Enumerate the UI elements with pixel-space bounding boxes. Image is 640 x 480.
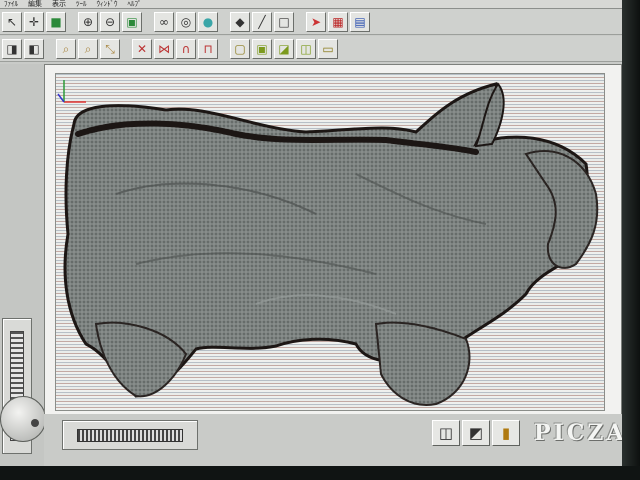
box-solid-icon: ▣ — [256, 41, 268, 56]
blank-icon: □ — [278, 14, 290, 29]
frame-icon: ⊓ — [203, 41, 213, 56]
flip-vertical-icon: ⋈ — [158, 41, 170, 56]
arch-button[interactable]: ∩ — [176, 38, 196, 59]
mirror-y-icon: ◧ — [28, 41, 40, 56]
frame-button[interactable]: ⊓ — [198, 38, 218, 59]
viewport-frame — [44, 64, 622, 422]
mirror-x-button[interactable]: ◨ — [2, 38, 22, 59]
model-lower-lobe — [374, 321, 471, 406]
box-outline-button[interactable]: ▢ — [230, 38, 250, 59]
flip-horizontal-button[interactable]: ✕ — [132, 38, 152, 59]
rotation-dial[interactable] — [0, 396, 46, 442]
render-solid-button[interactable]: ◩ — [462, 420, 490, 446]
box-stack-icon: ◫ — [300, 41, 312, 56]
zoom-in-button[interactable]: ⊕ — [78, 11, 98, 32]
flip-horizontal-icon: ✕ — [136, 41, 148, 56]
box-corner-icon: ◪ — [278, 41, 290, 56]
link-icon: ∞ — [159, 14, 169, 29]
move-icon: ✛ — [28, 14, 40, 29]
dial-knob[interactable] — [31, 419, 39, 427]
shrink-icon: ⤡ — [105, 41, 115, 56]
menu-item-window[interactable]: ｳｨﾝﾄﾞｳ — [97, 0, 118, 8]
menu-item-edit[interactable]: 編集 — [28, 0, 42, 8]
box-stack-button[interactable]: ◫ — [296, 38, 316, 59]
axis-gizmo-icon — [57, 80, 86, 103]
menu-bar: ﾌｧｲﾙ 編集 表示 ﾂｰﾙ ｳｨﾝﾄﾞｳ ﾍﾙﾌﾟ — [0, 0, 622, 9]
scanned-model — [63, 82, 599, 406]
paint-button[interactable]: ◆ — [230, 11, 250, 32]
link-button[interactable]: ∞ — [154, 11, 174, 32]
brand-logo: PICZA — [534, 420, 622, 446]
cube-icon: ■ — [50, 14, 62, 29]
monitor-bezel-right — [622, 0, 640, 480]
bottom-bar: ◫ ◩ ▮ PICZA — [44, 414, 622, 466]
monitor-screen: ﾌｧｲﾙ 編集 表示 ﾂｰﾙ ｳｨﾝﾄﾞｳ ﾍﾙﾌﾟ ↖ ✛ ■ ⊕ ⊖ ▣ ∞… — [0, 0, 622, 466]
box-open-button[interactable]: ▭ — [318, 38, 338, 59]
select-point-button[interactable]: ➤ — [306, 11, 326, 32]
zoom-out-button[interactable]: ⊖ — [100, 11, 120, 32]
magnify-button[interactable]: ⌕ — [56, 38, 76, 59]
zoom-in-icon: ⊕ — [82, 14, 94, 29]
save-view-icon: ▤ — [354, 14, 366, 29]
menu-item-view[interactable]: 表示 — [52, 0, 66, 8]
box-corner-button[interactable]: ◪ — [274, 38, 294, 59]
monitor-bezel-bottom — [0, 466, 640, 480]
exit-door-icon: ▮ — [501, 424, 511, 442]
main-toolbar: ↖ ✛ ■ ⊕ ⊖ ▣ ∞ ◎ ● ◆ ╱ □ ➤ ▦ ▤ — [0, 9, 622, 35]
menu-item-help[interactable]: ﾍﾙﾌﾟ — [128, 0, 142, 8]
box-open-icon: ▭ — [322, 41, 334, 56]
sphere-button[interactable]: ● — [198, 11, 218, 32]
magnify-icon: ⌕ — [62, 41, 70, 56]
magnify-region-button[interactable]: ⌕ — [78, 38, 98, 59]
fit-view-icon: ▣ — [126, 14, 138, 29]
render-buttons: ◫ ◩ ▮ — [432, 420, 520, 446]
line-button[interactable]: ╱ — [252, 11, 272, 32]
move-button[interactable]: ✛ — [24, 11, 44, 32]
shrink-button[interactable]: ⤡ — [100, 38, 120, 59]
flip-vertical-button[interactable]: ⋈ — [154, 38, 174, 59]
select-point-icon: ➤ — [310, 14, 322, 29]
spheres-icon: ◎ — [180, 14, 192, 29]
cube-button[interactable]: ■ — [46, 11, 66, 32]
mirror-y-button[interactable]: ◧ — [24, 38, 44, 59]
blank-button[interactable]: □ — [274, 11, 294, 32]
render-wire-button[interactable]: ◫ — [432, 420, 460, 446]
magnify-region-icon: ⌕ — [84, 41, 92, 56]
spheres-button[interactable]: ◎ — [176, 11, 196, 32]
3d-viewport[interactable] — [55, 73, 605, 411]
cursor-button[interactable]: ↖ — [2, 11, 22, 32]
save-view-button[interactable]: ▤ — [350, 11, 370, 32]
cursor-icon: ↖ — [6, 14, 18, 29]
zoom-out-icon: ⊖ — [104, 14, 116, 29]
paint-icon: ◆ — [235, 14, 245, 29]
render-solid-icon: ◩ — [468, 424, 484, 442]
grid-icon: ▦ — [332, 14, 344, 29]
grid-button[interactable]: ▦ — [328, 11, 348, 32]
horizontal-jog-slider[interactable] — [62, 420, 198, 450]
hjog-groove[interactable] — [77, 429, 183, 442]
mirror-x-icon: ◨ — [6, 41, 18, 56]
menu-item-tools[interactable]: ﾂｰﾙ — [76, 0, 87, 8]
sphere-icon: ● — [202, 14, 214, 29]
arch-icon: ∩ — [181, 41, 191, 56]
exit-button[interactable]: ▮ — [492, 420, 520, 446]
box-outline-icon: ▢ — [234, 41, 246, 56]
secondary-toolbar: ◨ ◧ ⌕ ⌕ ⤡ ✕ ⋈ ∩ ⊓ ▢ ▣ ◪ ◫ ▭ — [0, 36, 622, 62]
line-icon: ╱ — [258, 14, 266, 29]
box-solid-button[interactable]: ▣ — [252, 38, 272, 59]
render-wire-icon: ◫ — [438, 424, 454, 442]
menu-item-file[interactable]: ﾌｧｲﾙ — [4, 0, 18, 8]
fit-view-button[interactable]: ▣ — [122, 11, 142, 32]
